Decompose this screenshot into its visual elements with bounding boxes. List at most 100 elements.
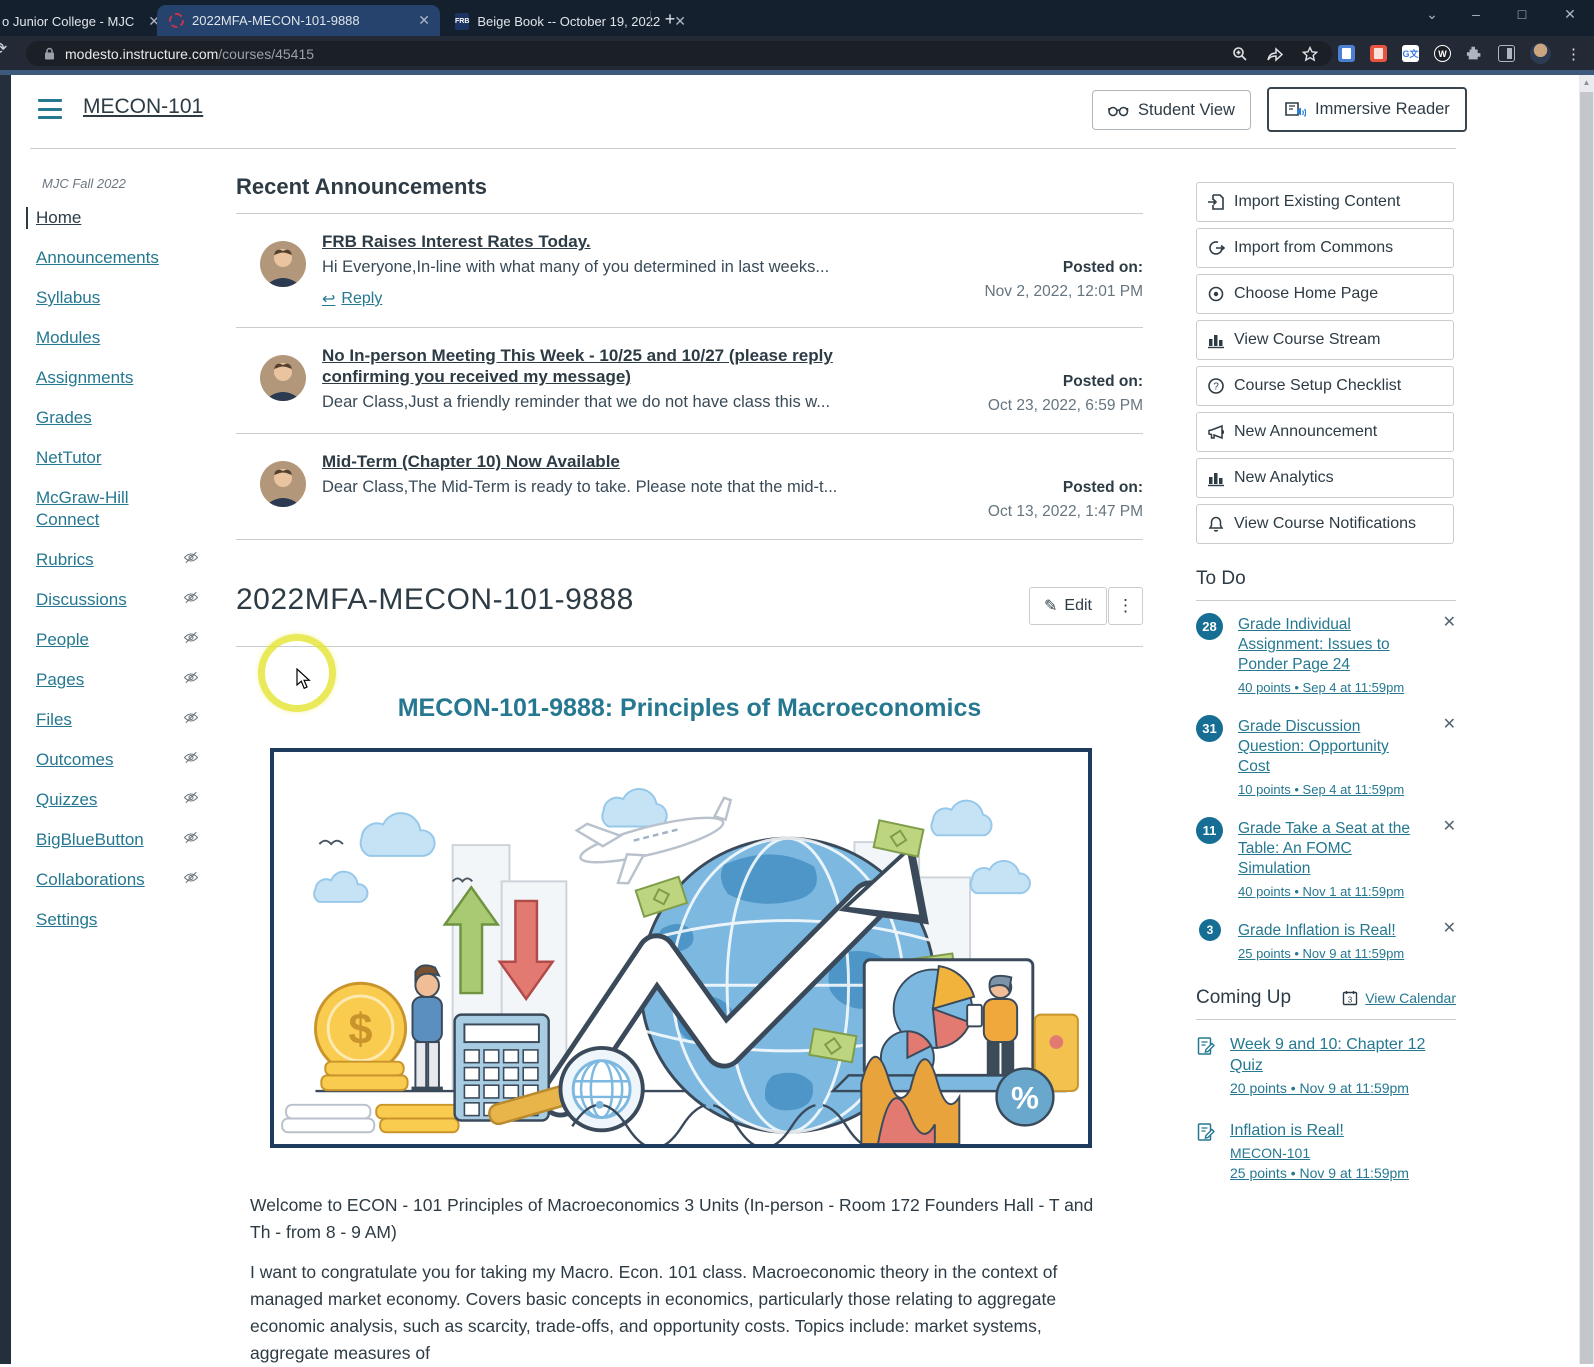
todo-link[interactable]: Grade Inflation is Real! [1238, 922, 1396, 939]
posted-date: Oct 23, 2022, 6:59 PM [987, 397, 1143, 414]
analytics-bar-chart-icon [1208, 473, 1224, 487]
choose-home-page-button[interactable]: Choose Home Page [1196, 274, 1454, 314]
breadcrumb-course-link[interactable]: MECON-101 [83, 95, 203, 119]
sidebar-item-home[interactable]: Home [26, 207, 200, 229]
announcement-title-link[interactable]: No In-person Meeting This Week - 10/25 a… [322, 346, 833, 386]
sidebar-item-syllabus[interactable]: Syllabus [36, 287, 200, 309]
import-existing-content-button[interactable]: Import Existing Content [1196, 182, 1454, 222]
todo-item: 31 Grade Discussion Question: Opportunit… [1196, 715, 1456, 797]
url-text: modesto.instructure.com/courses/45415 [65, 46, 314, 62]
import-from-commons-button[interactable]: Import from Commons [1196, 228, 1454, 268]
calendar-icon: 3 [1343, 991, 1358, 1006]
immersive-reader-icon [1285, 101, 1306, 117]
sidebar-item-modules[interactable]: Modules [36, 327, 200, 349]
browser-menu-kebab-icon[interactable]: ⋮ [1566, 45, 1581, 63]
sidebar-item-files[interactable]: Files [36, 709, 200, 731]
zoom-icon[interactable] [1232, 46, 1248, 62]
reload-icon[interactable]: ⟳ [0, 39, 7, 59]
share-icon[interactable] [1266, 46, 1284, 62]
edit-button[interactable]: ✎ Edit [1029, 587, 1107, 625]
todo-meta[interactable]: 40 points • Sep 4 at 11:59pm [1238, 680, 1420, 695]
sidebar-item-assignments[interactable]: Assignments [36, 367, 200, 389]
sidebar-item-nettutor[interactable]: NetTutor [36, 447, 200, 469]
todo-meta[interactable]: 25 points • Nov 9 at 11:59pm [1238, 946, 1420, 961]
coming-up-item: Week 9 and 10: Chapter 12 Quiz 20 points… [1196, 1034, 1456, 1096]
announcement-preview: Dear Class,The Mid-Term is ready to take… [322, 478, 838, 496]
sidebar-item-rubrics[interactable]: Rubrics [36, 549, 200, 571]
view-calendar-link[interactable]: View Calendar [1365, 990, 1456, 1006]
coming-up-link[interactable]: Week 9 and 10: Chapter 12 Quiz [1230, 1036, 1425, 1074]
eye-slash-icon [183, 871, 199, 884]
announcement-title-link[interactable]: Mid-Term (Chapter 10) Now Available [322, 452, 620, 471]
address-bar[interactable]: modesto.instructure.com/courses/45415 [26, 41, 1332, 66]
new-analytics-button[interactable]: New Analytics [1196, 458, 1454, 498]
view-course-stream-button[interactable]: View Course Stream [1196, 320, 1454, 360]
sidebar-item-discussions[interactable]: Discussions [36, 589, 200, 611]
hamburger-menu-icon[interactable] [38, 99, 62, 119]
tab-title: o Junior College - MJC [2, 14, 135, 29]
extension-blue-book-icon[interactable] [1338, 45, 1355, 62]
extension-w-icon[interactable]: W [1434, 45, 1451, 62]
coming-up-course[interactable]: MECON-101 [1230, 1145, 1409, 1161]
sidebar-item-pages[interactable]: Pages [36, 669, 200, 691]
coming-up-meta[interactable]: 25 points • Nov 9 at 11:59pm [1230, 1165, 1409, 1181]
canvas-favicon-icon [169, 13, 184, 28]
view-course-notifications-button[interactable]: View Course Notifications [1196, 504, 1454, 544]
reply-link[interactable]: ↩ Reply [322, 289, 382, 309]
profile-avatar[interactable] [1530, 43, 1551, 64]
todo-meta[interactable]: 10 points • Sep 4 at 11:59pm [1238, 782, 1420, 797]
sidebar-item-settings[interactable]: Settings [36, 909, 200, 931]
bell-icon [1208, 516, 1224, 532]
side-panel-icon[interactable] [1498, 45, 1515, 62]
sidebar-item-quizzes[interactable]: Quizzes [36, 789, 200, 811]
scrollbar-up-arrow[interactable]: ▲ [1579, 78, 1594, 87]
pencil-icon: ✎ [1044, 598, 1058, 615]
coming-up-link[interactable]: Inflation is Real! [1230, 1122, 1344, 1139]
announcement-title-link[interactable]: FRB Raises Interest Rates Today. [322, 232, 591, 251]
bookmark-star-icon[interactable] [1302, 45, 1318, 62]
sidebar-item-outcomes[interactable]: Outcomes [36, 749, 200, 771]
translate-extension-icon[interactable]: G文 [1402, 45, 1419, 62]
window-close-button[interactable]: ✕ [1556, 6, 1584, 23]
sidebar-item-announcements[interactable]: Announcements [36, 247, 200, 269]
scrollbar-thumb[interactable] [1580, 92, 1593, 1364]
todo-link[interactable]: Grade Take a Seat at the Table: An FOMC … [1238, 820, 1410, 877]
window-minimize-button[interactable]: – [1462, 6, 1490, 22]
assignment-icon [1197, 1037, 1215, 1055]
coming-up-meta[interactable]: 20 points • Nov 9 at 11:59pm [1230, 1080, 1456, 1096]
new-tab-button[interactable]: + [658, 7, 682, 31]
browser-tab-course[interactable]: 2022MFA-MECON-101-9888 ✕ [157, 5, 440, 36]
sidebar-item-collaborations[interactable]: Collaborations [36, 869, 200, 891]
svg-text:3: 3 [1348, 996, 1353, 1005]
todo-dismiss-icon[interactable]: ✕ [1443, 921, 1456, 961]
browser-tab-beige-book[interactable]: FRB Beige Book -- October 19, 2022 ✕ [455, 7, 686, 36]
course-page-header: 2022MFA-MECON-101-9888 ✎ Edit ⋮ [236, 583, 1143, 625]
immersive-reader-button[interactable]: Immersive Reader [1267, 87, 1467, 132]
todo-meta[interactable]: 40 points • Nov 1 at 11:59pm [1238, 884, 1420, 899]
term-label: MJC Fall 2022 [42, 176, 126, 191]
sidebar-item-bigbluebutton[interactable]: BigBlueButton [36, 829, 200, 851]
course-code-heading: 2022MFA-MECON-101-9888 [236, 583, 634, 616]
window-maximize-button[interactable]: □ [1508, 6, 1536, 22]
url-path: /courses/45415 [218, 45, 315, 62]
tab-close-icon[interactable]: ✕ [418, 12, 430, 29]
extension-red-book-icon[interactable] [1370, 45, 1387, 62]
todo-dismiss-icon[interactable]: ✕ [1443, 615, 1456, 695]
student-view-button[interactable]: Student View [1092, 90, 1251, 130]
tab-search-icon[interactable]: ⌄ [1418, 6, 1446, 23]
todo-dismiss-icon[interactable]: ✕ [1443, 717, 1456, 797]
todo-link[interactable]: Grade Individual Assignment: Issues to P… [1238, 616, 1390, 673]
course-setup-checklist-button[interactable]: ? Course Setup Checklist [1196, 366, 1454, 406]
browser-tab-mjc[interactable]: o Junior College - MJC ✕ [0, 7, 160, 36]
page-options-kebab-button[interactable]: ⋮ [1108, 587, 1143, 625]
todo-dismiss-icon[interactable]: ✕ [1443, 819, 1456, 899]
extensions-puzzle-icon[interactable] [1466, 45, 1483, 62]
new-announcement-button[interactable]: New Announcement [1196, 412, 1454, 452]
todo-link[interactable]: Grade Discussion Question: Opportunity C… [1238, 718, 1389, 775]
chrome-bottom-strip [0, 70, 1594, 75]
sidebar-item-people[interactable]: People [36, 629, 200, 651]
todo-count-badge: 28 [1196, 613, 1223, 640]
sidebar-item-grades[interactable]: Grades [36, 407, 200, 429]
sidebar-item-mcgraw-hill-connect[interactable]: McGraw-Hill Connect [36, 487, 200, 531]
page-scrollbar[interactable]: ▲ [1579, 75, 1594, 1364]
